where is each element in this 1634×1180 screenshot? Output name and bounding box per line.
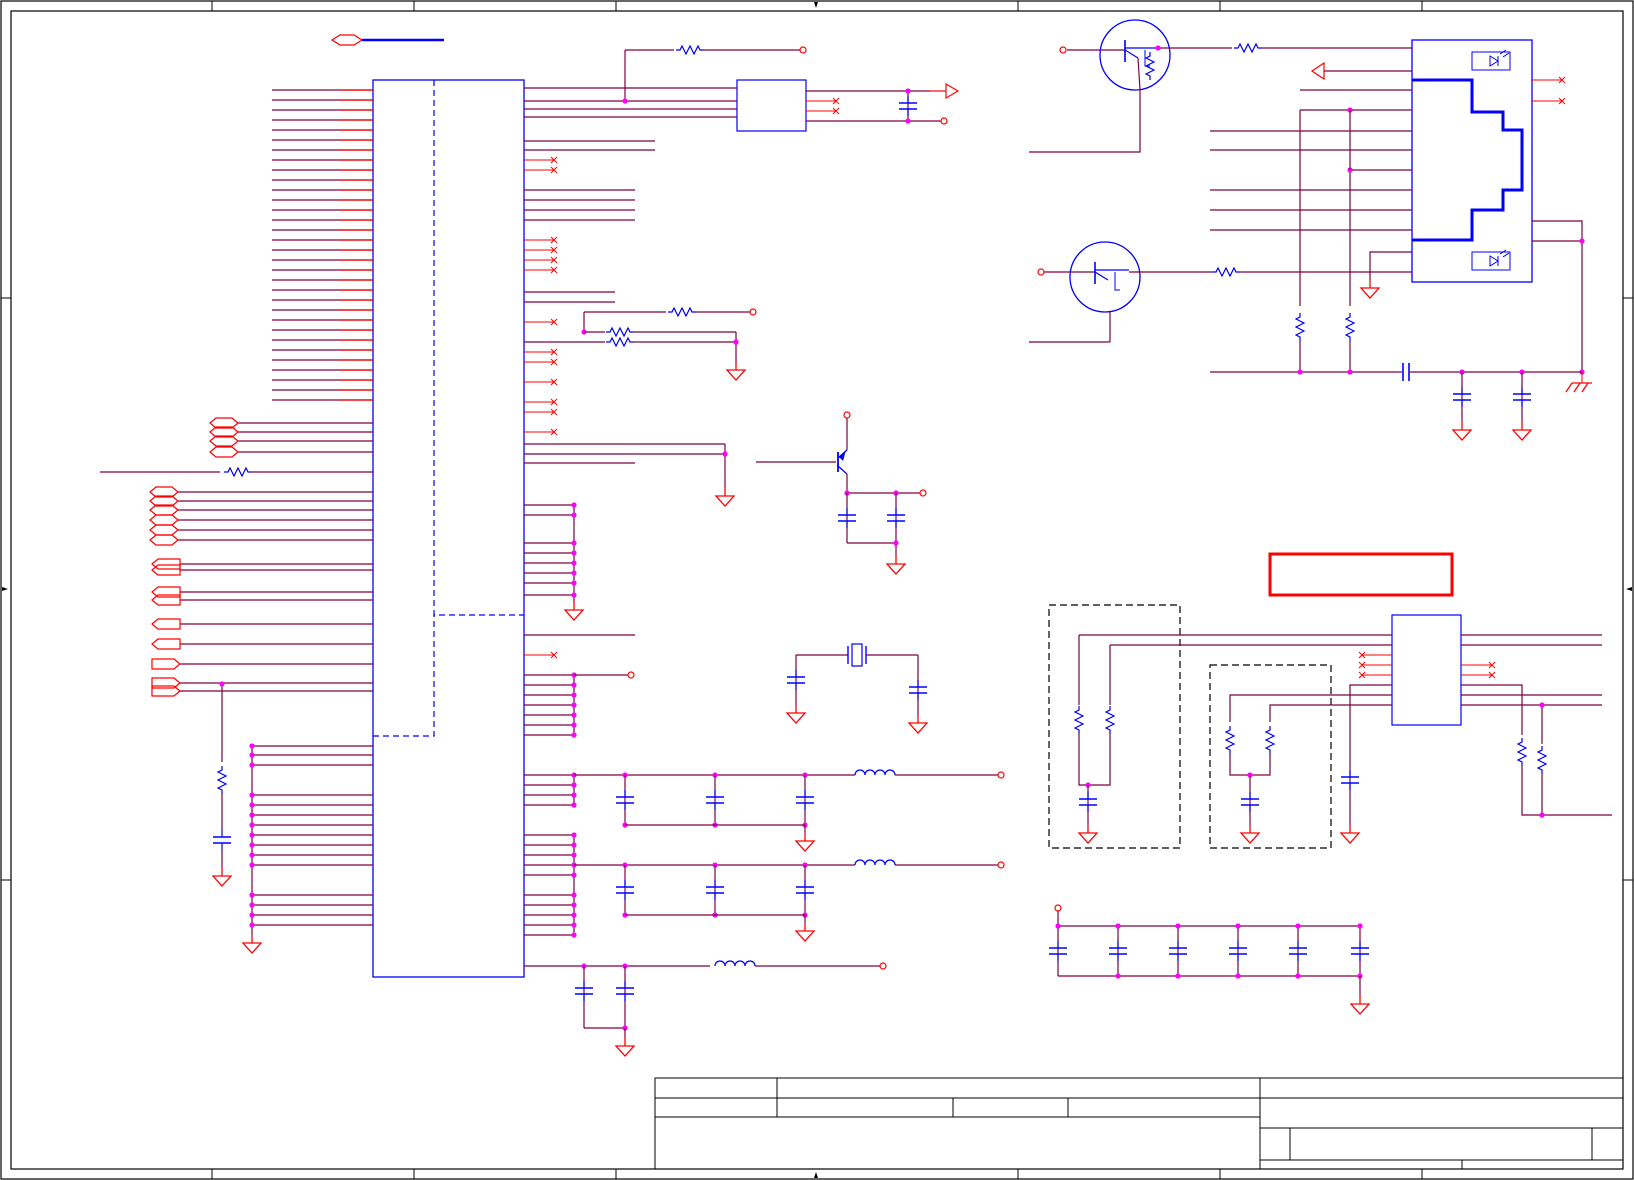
junction-dot: [249, 792, 255, 798]
junction-dot: [571, 892, 577, 898]
junction-dot: [571, 592, 577, 598]
power-connector-icon: [997, 861, 1005, 869]
junction-dot: [249, 892, 255, 898]
ground-icon: [795, 922, 815, 942]
junction-dot: [571, 782, 577, 788]
power-connector-icon: [627, 671, 635, 679]
reset-rc-network[interactable]: [100, 467, 373, 887]
ic-left-pin-wires: [178, 89, 373, 692]
junction-dot: [571, 570, 577, 576]
junction-dot: [571, 792, 577, 798]
junction-dot: [571, 550, 577, 556]
ground-icon: [1350, 995, 1370, 1015]
junction-dot: [571, 502, 577, 508]
junction-dot: [249, 832, 255, 838]
dashed-group-1: [1048, 604, 1181, 849]
decoupling-capacitor-bank[interactable]: [1048, 904, 1370, 1015]
led-icon: [1471, 49, 1511, 71]
junction-dot: [571, 932, 577, 938]
junction-dot: [1357, 923, 1363, 929]
junction-dot: [571, 802, 577, 808]
led-driver-transistor-1[interactable]: [1029, 19, 1412, 153]
junction-dot: [571, 722, 577, 728]
power-connector-icon: [997, 771, 1005, 779]
junction-dot: [571, 540, 577, 546]
junction-dot: [249, 752, 255, 758]
mid-ground-net: [524, 443, 735, 507]
center-arrows: [2, 2, 1632, 1178]
highlight-box: [1268, 552, 1454, 597]
zone-ticks: [1, 1, 1633, 1179]
junction-dot: [571, 922, 577, 928]
main-controller-ic[interactable]: [372, 79, 525, 978]
inductor-icon: [714, 960, 756, 967]
ground-icon: [564, 601, 584, 621]
junction-dot: [571, 560, 577, 566]
junction-dot: [571, 580, 577, 586]
junction-dot: [1115, 973, 1121, 979]
rj45-connector[interactable]: [1210, 39, 1593, 441]
junction-dot: [571, 832, 577, 838]
junction-dot: [249, 822, 255, 828]
junction-dot: [249, 862, 255, 868]
junction-dot: [571, 702, 577, 708]
junction-dot: [1295, 973, 1301, 979]
buffer-ic[interactable]: [524, 45, 960, 132]
junction-dot: [571, 732, 577, 738]
led-icon: [1471, 249, 1511, 271]
junction-dot: [571, 512, 577, 518]
junction-dot: [1235, 973, 1241, 979]
junction-dot: [249, 852, 255, 858]
ground-icon: [615, 1037, 635, 1057]
junction-dot: [571, 852, 577, 858]
regulator-transistor[interactable]: [756, 411, 927, 575]
inductor-icon: [854, 859, 896, 866]
junction-dot: [249, 743, 255, 749]
junction-dot: [249, 762, 255, 768]
bus-port-top[interactable]: [330, 34, 444, 46]
transceiver-ic[interactable]: [1074, 614, 1612, 844]
inductor-icon: [854, 769, 896, 776]
junction-dot: [571, 902, 577, 908]
schematic-sheet: [0, 0, 1634, 1180]
junction-dot: [249, 802, 255, 808]
crystal-oscillator[interactable]: [786, 643, 928, 734]
title-block: [654, 1077, 1624, 1170]
junction-dot: [1235, 923, 1241, 929]
junction-dot: [571, 692, 577, 698]
power-filter-networks[interactable]: [524, 769, 1005, 1057]
junction-dot: [1055, 923, 1061, 929]
ic-right-pin-wires: [524, 140, 655, 738]
ground-icon: [242, 934, 262, 954]
junction-dot: [571, 912, 577, 918]
power-connector-icon: [1054, 904, 1062, 912]
offpage-ports-left[interactable]: [149, 417, 239, 697]
sheet-frame: [0, 0, 1634, 1180]
junction-dot: [571, 842, 577, 848]
junction-dot: [571, 872, 577, 878]
junction-dot: [1175, 973, 1181, 979]
junction-dot: [1295, 923, 1301, 929]
junction-dot: [249, 842, 255, 848]
junction-dot: [249, 812, 255, 818]
ic-left-ground-bus: [242, 743, 373, 954]
ground-icon: [795, 832, 815, 852]
led-driver-transistor-2[interactable]: [1029, 241, 1412, 343]
junction-dot: [571, 682, 577, 688]
junction-dot: [1115, 923, 1121, 929]
junction-dot: [249, 922, 255, 928]
power-connector-icon: [879, 962, 887, 970]
junction-dot: [571, 712, 577, 718]
pullup-resistors-mid[interactable]: [524, 307, 757, 381]
junction-dot: [249, 912, 255, 918]
junction-dot: [1175, 923, 1181, 929]
junction-dot: [249, 902, 255, 908]
